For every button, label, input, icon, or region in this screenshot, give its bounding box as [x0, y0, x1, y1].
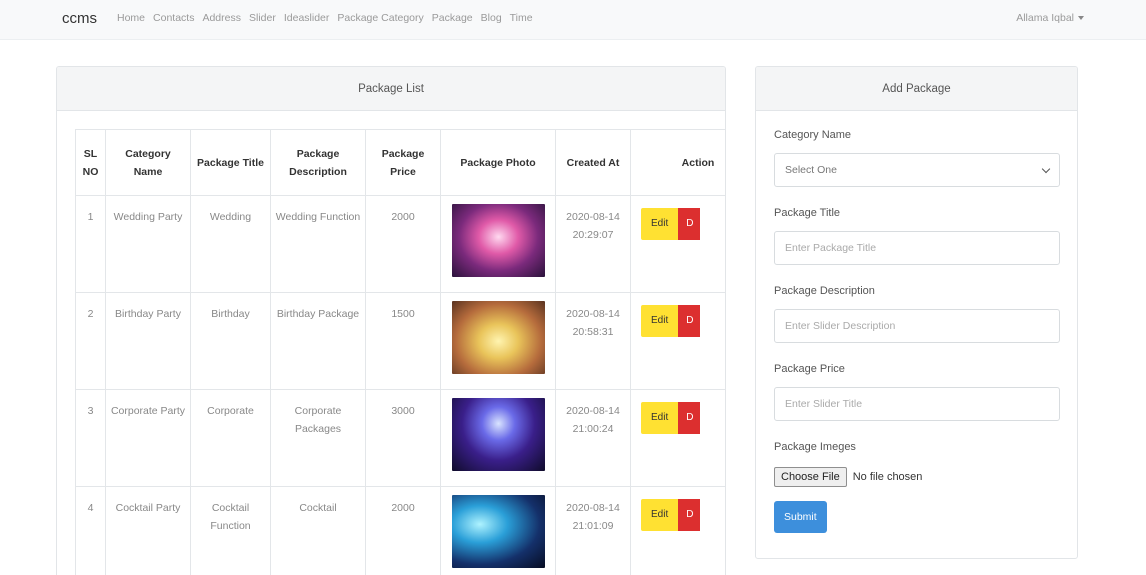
submit-button[interactable]: Submit [774, 501, 827, 533]
nav-link-package[interactable]: Package [432, 12, 473, 24]
edit-button[interactable]: Edit [641, 499, 679, 531]
cell-photo [440, 486, 556, 575]
nav-link-slider[interactable]: Slider [249, 12, 276, 24]
nav-link-blog[interactable]: Blog [481, 12, 502, 24]
cell-title: Corporate [190, 389, 271, 487]
table-row: 2 Birthday Party Birthday Birthday Packa… [75, 292, 725, 390]
top-navbar: ccms Home Contacts Address Slider Ideasl… [0, 0, 1146, 40]
add-package-header: Add Package [756, 67, 1077, 111]
nav-link-contacts[interactable]: Contacts [153, 12, 194, 24]
col-header-description: Package Description [270, 129, 366, 196]
col-header-action: Action [630, 129, 725, 196]
package-description-placeholder: Enter Slider Description [785, 320, 896, 332]
package-description-label: Package Description [774, 285, 875, 297]
cell-description: Cocktail [270, 486, 366, 575]
col-header-category: Category Name [105, 129, 191, 196]
corporate-event-photo [451, 398, 545, 471]
cell-created: 2020-08-14 20:58:31 [555, 292, 631, 390]
file-status-text: No file chosen [852, 471, 923, 483]
cell-category: Corporate Party [105, 389, 191, 487]
edit-button[interactable]: Edit [641, 208, 679, 240]
add-package-card: Add Package Category Name Select One Pac… [755, 66, 1078, 559]
package-title-placeholder: Enter Package Title [785, 242, 877, 254]
package-price-input[interactable]: Enter Slider Title [774, 387, 1060, 421]
nav-link-address[interactable]: Address [202, 12, 241, 24]
table-header-row: SL NO Category Name Package Title Packag… [75, 129, 725, 196]
file-input-row: Choose File No file chosen [774, 467, 1060, 487]
wedding-stage-photo [451, 204, 545, 277]
nav-link-home[interactable]: Home [117, 12, 145, 24]
package-price-label: Package Price [774, 363, 845, 375]
cell-sl: 4 [75, 486, 106, 575]
cell-created: 2020-08-14 20:29:07 [555, 195, 631, 293]
cell-action: Edit D [630, 195, 725, 293]
caret-down-icon [1078, 16, 1084, 21]
delete-button[interactable]: D [678, 305, 701, 337]
cell-photo [440, 292, 556, 390]
birthday-hall-photo [451, 301, 545, 374]
cell-category: Birthday Party [105, 292, 191, 390]
cell-price: 2000 [365, 195, 441, 293]
cell-sl: 2 [75, 292, 106, 390]
package-table: SL NO Category Name Package Title Packag… [75, 129, 725, 575]
package-list-card: Package List SL NO Category Name Package… [56, 66, 726, 575]
cell-title: Wedding [190, 195, 271, 293]
delete-button[interactable]: D [678, 402, 701, 434]
cell-description: Birthday Package [270, 292, 366, 390]
col-header-created: Created At [555, 129, 631, 196]
table-row: 3 Corporate Party Corporate Corporate Pa… [75, 389, 725, 487]
package-list-header: Package List [57, 67, 725, 111]
edit-button[interactable]: Edit [641, 402, 679, 434]
nav-link-ideaslider[interactable]: Ideaslider [284, 12, 330, 24]
package-title-input[interactable]: Enter Package Title [774, 231, 1060, 265]
cell-photo [440, 195, 556, 293]
cell-sl: 1 [75, 195, 106, 293]
cell-created: 2020-08-14 21:00:24 [555, 389, 631, 487]
package-table-wrapper: SL NO Category Name Package Title Packag… [75, 129, 725, 575]
edit-button[interactable]: Edit [641, 305, 679, 337]
table-row: 4 Cocktail Party Cocktail Function Cockt… [75, 486, 725, 575]
category-select[interactable]: Select One [774, 153, 1060, 187]
table-row: 1 Wedding Party Wedding Wedding Function… [75, 195, 725, 293]
nav-links: Home Contacts Address Slider Ideaslider … [117, 12, 541, 24]
nav-link-package-category[interactable]: Package Category [337, 12, 423, 24]
cell-category: Wedding Party [105, 195, 191, 293]
chevron-down-icon [1041, 164, 1051, 173]
col-header-photo: Package Photo [440, 129, 556, 196]
package-images-label: Package Imeges [774, 441, 856, 453]
nav-link-time[interactable]: Time [510, 12, 533, 24]
category-selected-value: Select One [785, 164, 837, 176]
add-package-form: Category Name Select One Package Title E… [774, 129, 1060, 533]
cell-title: Birthday [190, 292, 271, 390]
cell-action: Edit D [630, 486, 725, 575]
cell-created: 2020-08-14 21:01:09 [555, 486, 631, 575]
cell-price: 1500 [365, 292, 441, 390]
category-label: Category Name [774, 129, 852, 141]
cell-category: Cocktail Party [105, 486, 191, 575]
delete-button[interactable]: D [678, 499, 701, 531]
col-header-price: Package Price [365, 129, 441, 196]
cell-title: Cocktail Function [190, 486, 271, 575]
cell-photo [440, 389, 556, 487]
cell-description: Wedding Function [270, 195, 366, 293]
cell-sl: 3 [75, 389, 106, 487]
brand-logo[interactable]: ccms [62, 10, 97, 27]
cell-price: 2000 [365, 486, 441, 575]
package-price-placeholder: Enter Slider Title [785, 398, 863, 410]
cell-action: Edit D [630, 389, 725, 487]
col-header-title: Package Title [190, 129, 271, 196]
cell-description: Corporate Packages [270, 389, 366, 487]
user-name: Allama Iqbal [1016, 12, 1074, 24]
package-title-label: Package Title [774, 207, 841, 219]
cocktail-party-photo [451, 495, 545, 568]
choose-file-button[interactable]: Choose File [774, 467, 847, 487]
cell-price: 3000 [365, 389, 441, 487]
col-header-sl: SL NO [75, 129, 106, 196]
cell-action: Edit D [630, 292, 725, 390]
package-description-input[interactable]: Enter Slider Description [774, 309, 1060, 343]
delete-button[interactable]: D [678, 208, 701, 240]
user-dropdown[interactable]: Allama Iqbal [1016, 12, 1084, 24]
